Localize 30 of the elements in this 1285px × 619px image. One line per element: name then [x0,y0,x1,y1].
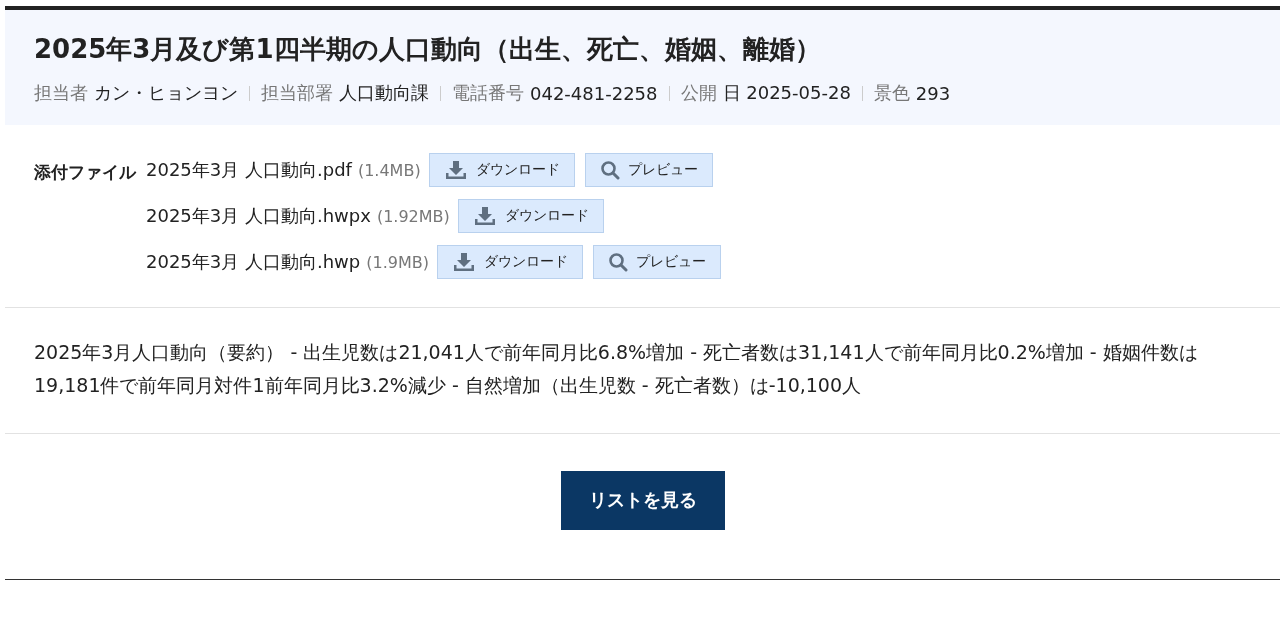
download-button[interactable]: ダウンロード [457,199,604,233]
file-name[interactable]: 2025年3月 人口動向.hwp [146,250,361,274]
download-icon [443,160,468,180]
meta-value: 日 2025-05-28 [722,81,851,105]
download-icon [452,252,476,272]
file-name[interactable]: 2025年3月 人口動向.hwpx [146,204,371,228]
download-icon [472,206,497,226]
summary-text: 2025年3月人口動向（要約） - 出生児数は21,041人で前年同月比6.8%増加 - 死亡者数は31,141人で前年同月比0.2%増加 - 婚姻件数は19,181件で前年同月対件1前年同月比3.2%減少 - 自然増加（出生児数 - 死亡者数）は-10,100人 [33,340,1199,399]
search-icon [599,160,620,180]
list-button[interactable]: リストを見る [560,470,725,530]
attachments-label: 添付ファイル [34,161,138,184]
meta-value: 293 [915,82,951,104]
file-size: (1.9MB) [366,252,429,272]
file-name[interactable]: 2025年3月 人口動向.pdf [146,158,352,182]
preview-button[interactable]: プレビュー [593,245,721,279]
meta-value: 042-481-2258 [530,82,658,104]
file-size: (1.4MB) [357,160,421,180]
preview-button[interactable]: プレビュー [584,153,713,187]
meta-label: 景色 [873,81,910,105]
download-button[interactable]: ダウンロード [437,245,583,279]
search-icon [608,252,628,272]
meta-value: 人口動向課 [339,81,429,105]
file-size: (1.92MB) [376,206,450,226]
meta-label: 公開 [680,81,717,105]
meta-label: 担当者 [34,81,88,105]
download-button[interactable]: ダウンロード [428,153,575,187]
meta-value: カン・ヒョンヨン [94,81,238,105]
post-title: 2025年3月及び第1四半期の人口動向（出生、死亡、婚姻、離婚） [34,33,822,66]
meta-label: 担当部署 [261,81,333,105]
meta-label: 電話番号 [452,81,524,105]
